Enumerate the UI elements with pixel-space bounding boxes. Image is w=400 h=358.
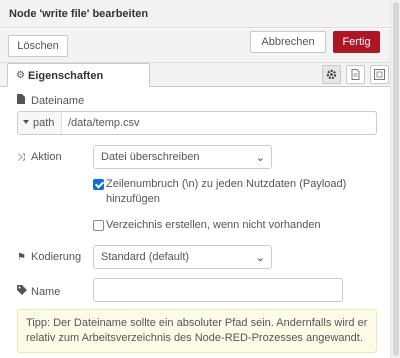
name-label: Name: [17, 285, 60, 298]
random-icon: ⤨: [17, 152, 25, 163]
tip-box: Tipp: Der Dateiname sollte ein absoluter…: [17, 309, 377, 353]
description-icon: [351, 69, 360, 80]
cancel-button[interactable]: Abbrechen: [250, 31, 326, 53]
filename-type-label: path: [33, 117, 55, 129]
filename-typed-input[interactable]: path /data/temp.csv: [17, 111, 377, 135]
caret-down-icon: [23, 120, 29, 124]
encoding-label-text: Kodierung: [31, 251, 82, 263]
filename-label: Dateiname: [17, 94, 84, 107]
action-label-text: Aktion: [31, 151, 62, 163]
delete-button[interactable]: Löschen: [8, 35, 68, 57]
tab-button-appearance[interactable]: [370, 65, 389, 84]
filename-type-selector[interactable]: path: [18, 112, 62, 134]
action-select-value: Datei überschreiben: [101, 151, 200, 163]
append-newline-label-line2: hinzufügen: [106, 193, 160, 205]
append-newline-label-line1: Zeilenumbruch (\n) zu jeden Nutzdaten (P…: [106, 178, 347, 190]
cog-icon: ⚙: [16, 70, 25, 81]
filename-value[interactable]: /data/temp.csv: [68, 117, 140, 129]
flag-icon: ⚑: [17, 252, 26, 263]
append-newline-checkbox[interactable]: [93, 179, 104, 190]
tab-button-description[interactable]: [346, 65, 365, 84]
tip-text-line1: Tipp: Der Dateiname sollte ein absoluter…: [26, 317, 368, 329]
file-icon: [17, 94, 28, 107]
tag-icon: [17, 285, 28, 298]
append-newline-label: Zeilenumbruch (\n) zu jeden Nutzdaten (P…: [106, 177, 346, 207]
tab-button-properties[interactable]: [322, 65, 341, 84]
tray-title: Node 'write file' bearbeiten: [9, 8, 149, 20]
vertical-scrollbar[interactable]: [390, 0, 400, 358]
encoding-select[interactable]: Standard (default) ⌄: [93, 245, 272, 269]
encoding-label: ⚑ Kodierung: [17, 251, 81, 263]
chevron-down-icon: ⌄: [255, 252, 265, 264]
create-dir-checkbox[interactable]: [93, 220, 104, 231]
tray-header: Node 'write file' bearbeiten: [0, 0, 390, 28]
name-input[interactable]: [93, 278, 343, 302]
tab-properties[interactable]: ⚙ Eigenschaften: [7, 63, 150, 87]
tip-text-line2: relativ zum Arbeitsverzeichnis des Node-…: [26, 332, 363, 344]
tab-properties-label: Eigenschaften: [28, 70, 104, 82]
appearance-icon: [374, 69, 385, 80]
create-dir-label: Verzeichnis erstellen, wenn nicht vorhan…: [106, 219, 321, 231]
scroll-thumb[interactable]: [393, 2, 399, 356]
action-select[interactable]: Datei überschreiben ⌄: [93, 145, 272, 169]
encoding-select-value: Standard (default): [101, 251, 190, 263]
action-label: ⤨ Aktion: [17, 151, 62, 163]
chevron-down-icon: ⌄: [255, 152, 265, 164]
gear-icon: [326, 69, 337, 80]
filename-label-text: Dateiname: [31, 95, 85, 107]
name-label-text: Name: [31, 286, 61, 298]
done-button[interactable]: Fertig: [333, 31, 380, 53]
